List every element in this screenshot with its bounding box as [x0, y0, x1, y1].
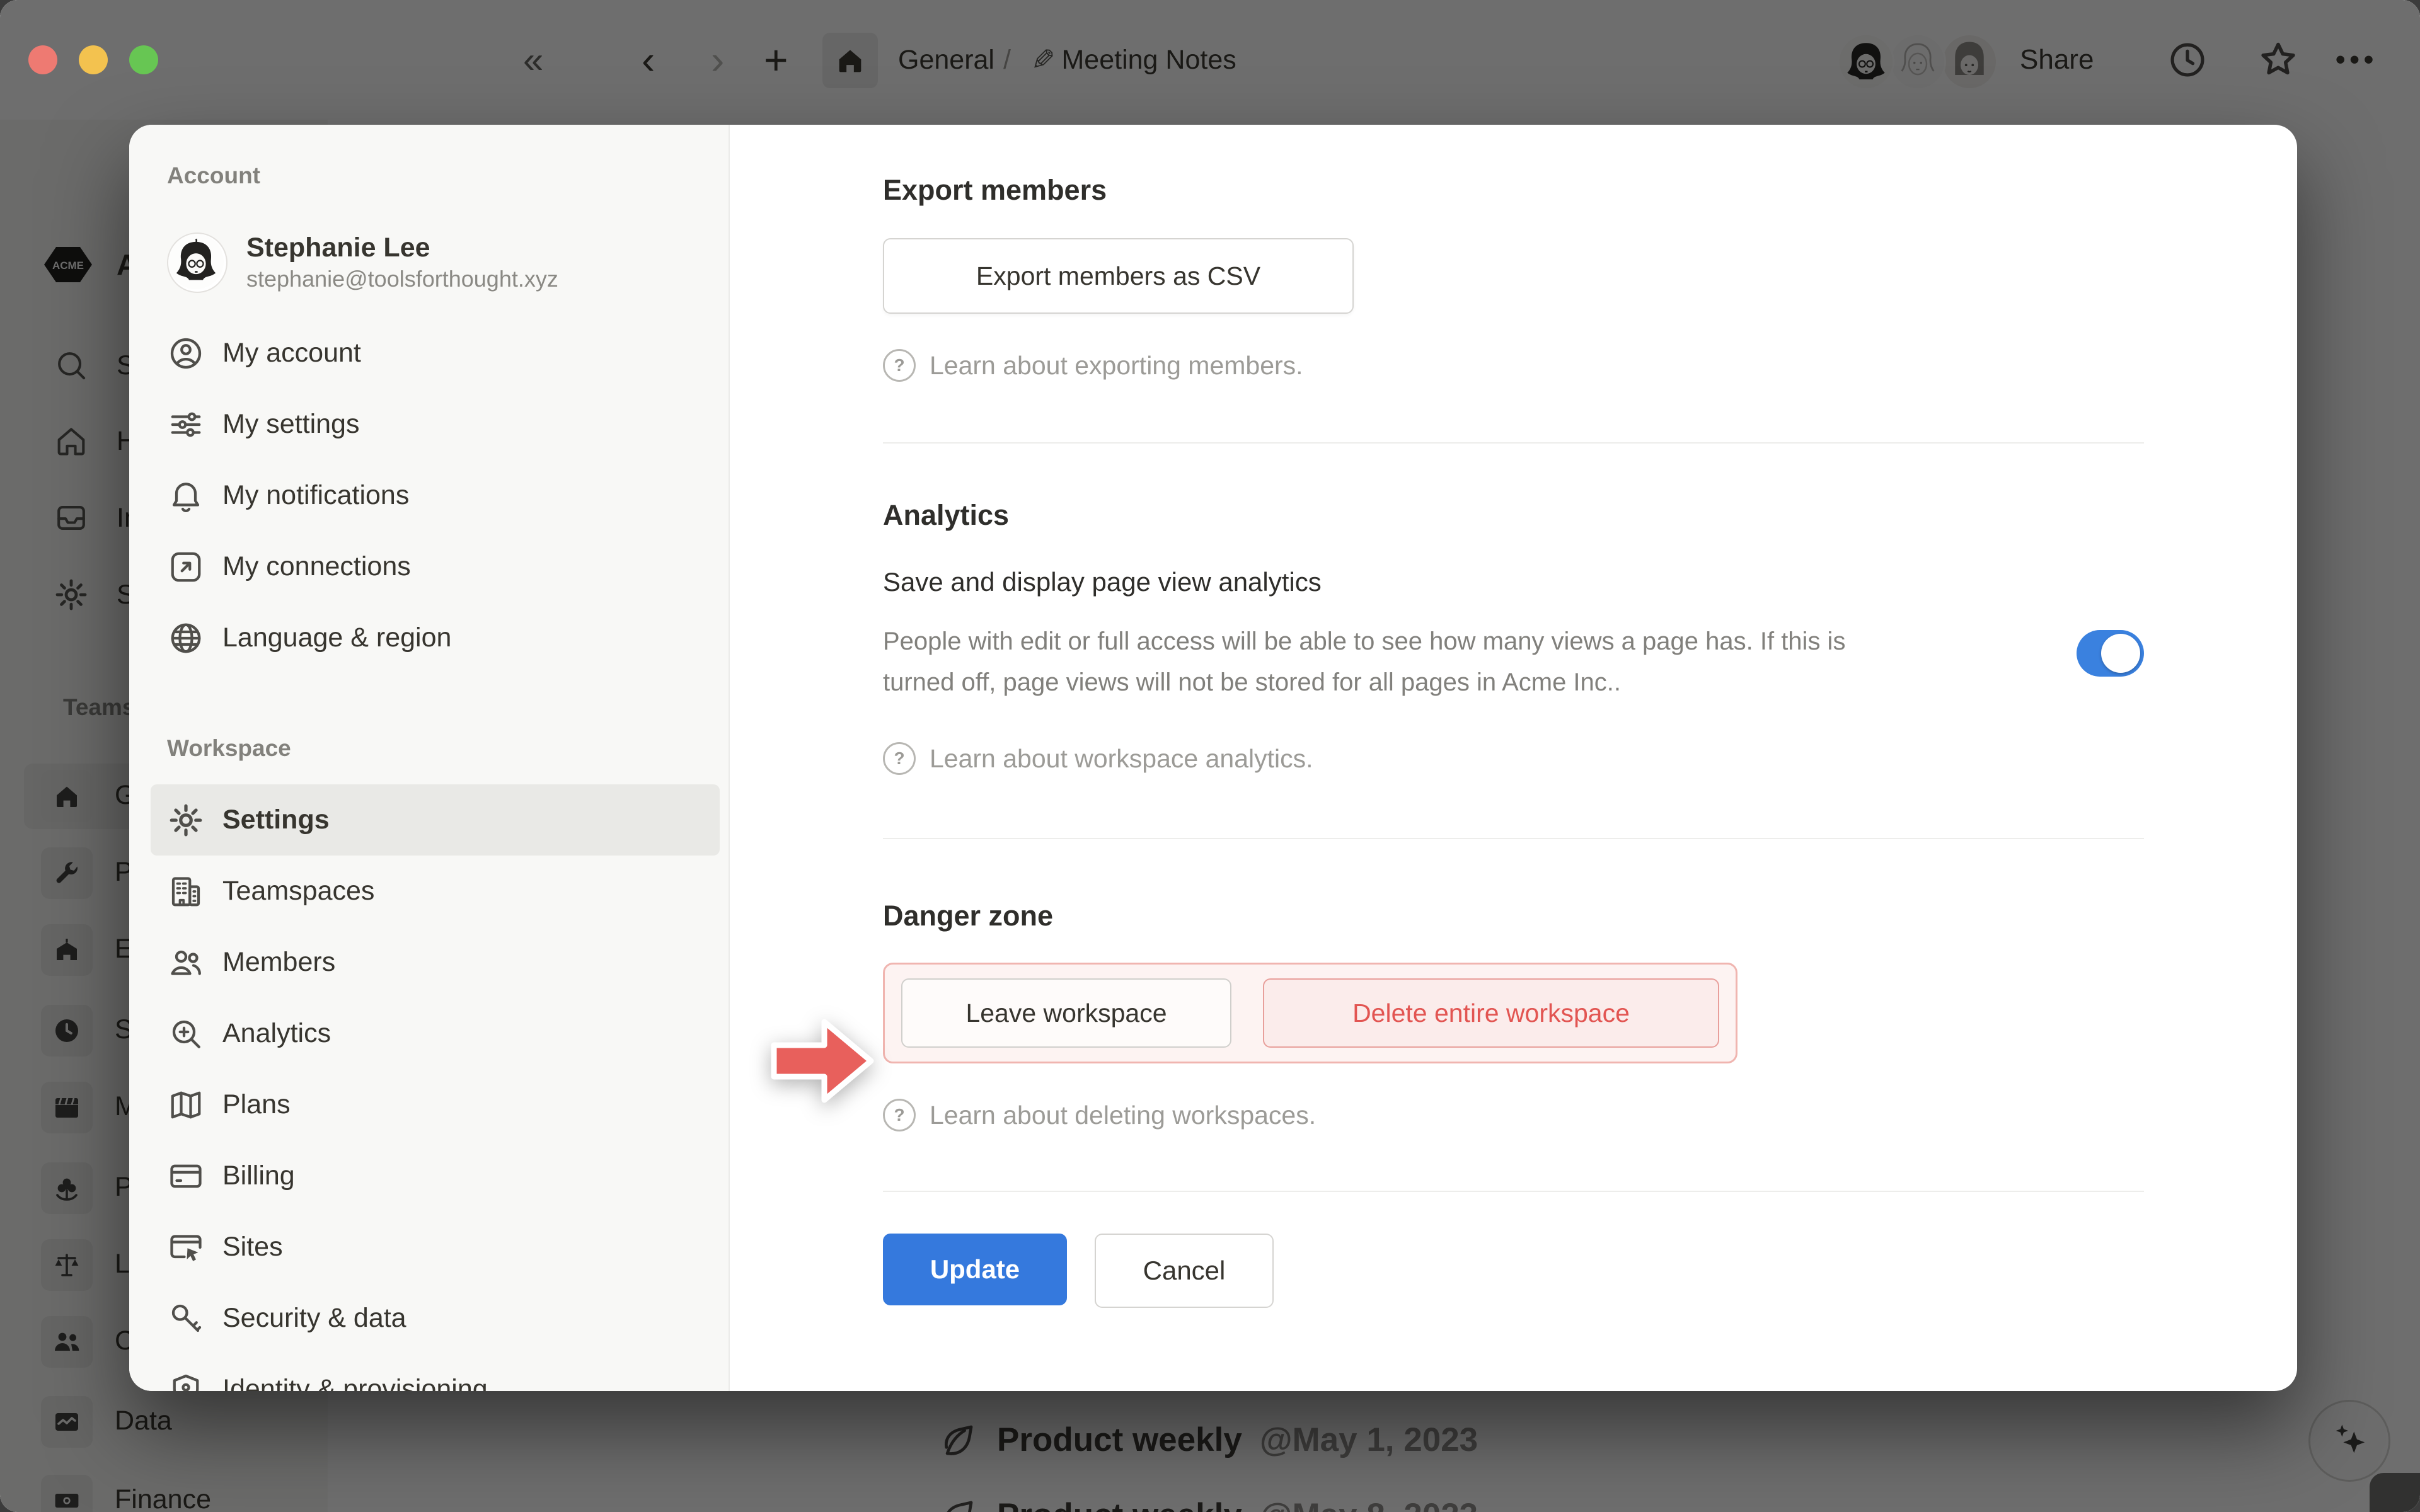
- settings-content: Export members Export members as CSV ? L…: [730, 125, 2297, 1391]
- user-name: Stephanie Lee: [246, 231, 558, 265]
- window-zoom-button[interactable]: [129, 45, 158, 74]
- browser-cursor-icon: [167, 1228, 205, 1266]
- section-divider: [883, 442, 2144, 444]
- sidebar-item-sites[interactable]: Sites: [151, 1211, 720, 1283]
- sidebar-item-my-settings[interactable]: My settings: [151, 389, 720, 460]
- settings-modal: Account Stephanie Lee stephanie@toolsfor…: [129, 125, 2297, 1391]
- sidebar-item-security-data[interactable]: Security & data: [151, 1283, 720, 1354]
- danger-zone-box: Leave workspace Delete entire workspace: [883, 963, 1737, 1063]
- help-circle-icon: ?: [883, 742, 916, 775]
- key-icon: [167, 1300, 205, 1337]
- sidebar-item-settings[interactable]: Settings: [151, 784, 720, 856]
- toggle-knob: [2101, 634, 2140, 673]
- members-icon: [167, 944, 205, 982]
- annotation-arrow: [770, 1013, 877, 1109]
- analytics-toggle[interactable]: [2077, 630, 2144, 677]
- gear-icon: [167, 801, 205, 839]
- analytics-setting-label: Save and display page view analytics: [883, 567, 1916, 597]
- account-section-label: Account: [167, 163, 729, 189]
- map-icon: [167, 1086, 205, 1124]
- settings-sidebar: Account Stephanie Lee stephanie@toolsfor…: [129, 125, 730, 1391]
- help-circle-icon: ?: [883, 349, 916, 382]
- app-window: « ‹ › + General / ✎ Meeting Notes Share …: [0, 0, 2420, 1512]
- danger-zone-heading: Danger zone: [883, 900, 2144, 932]
- section-divider: [883, 838, 2144, 839]
- sidebar-item-my-notifications[interactable]: My notifications: [151, 460, 720, 531]
- sliders-icon: [167, 406, 205, 444]
- section-divider: [883, 1191, 2144, 1192]
- learn-exporting-link[interactable]: ? Learn about exporting members.: [883, 349, 2144, 382]
- sidebar-item-plans[interactable]: Plans: [151, 1069, 720, 1140]
- sidebar-item-teamspaces[interactable]: Teamspaces: [151, 856, 720, 927]
- learn-analytics-label: Learn about workspace analytics.: [930, 744, 1313, 774]
- sidebar-item-language-region[interactable]: Language & region: [151, 602, 720, 673]
- update-button[interactable]: Update: [883, 1234, 1067, 1305]
- analytics-heading: Analytics: [883, 499, 2144, 532]
- arrow-up-right-box-icon: [167, 548, 205, 586]
- sidebar-item-my-account[interactable]: My account: [151, 318, 720, 389]
- leave-workspace-button[interactable]: Leave workspace: [901, 978, 1231, 1048]
- sidebar-item-members[interactable]: Members: [151, 927, 720, 998]
- sidebar-item-my-connections[interactable]: My connections: [151, 531, 720, 602]
- person-circle-icon: [167, 335, 205, 372]
- user-email: stephanie@toolsforthought.xyz: [246, 265, 558, 294]
- bell-icon: [167, 477, 205, 515]
- window-close-button[interactable]: [28, 45, 57, 74]
- window-minimize-button[interactable]: [79, 45, 108, 74]
- cancel-button[interactable]: Cancel: [1095, 1234, 1274, 1308]
- export-members-csv-button[interactable]: Export members as CSV: [883, 238, 1354, 314]
- learn-deleting-link[interactable]: ? Learn about deleting workspaces.: [883, 1099, 2144, 1131]
- export-members-heading: Export members: [883, 174, 2144, 207]
- shield-icon: [167, 1371, 205, 1392]
- learn-analytics-link[interactable]: ? Learn about workspace analytics.: [883, 742, 2144, 775]
- account-user-row[interactable]: Stephanie Lee stephanie@toolsforthought.…: [151, 224, 720, 301]
- analytics-setting-description: People with edit or full access will be …: [883, 621, 1916, 703]
- sidebar-item-identity-provisioning[interactable]: Identity & provisioning: [151, 1354, 720, 1391]
- learn-exporting-label: Learn about exporting members.: [930, 351, 1303, 381]
- user-avatar: [167, 232, 228, 293]
- magnifier-plus-icon: [167, 1015, 205, 1053]
- buildings-icon: [167, 873, 205, 910]
- sidebar-item-billing[interactable]: Billing: [151, 1140, 720, 1211]
- workspace-section-label: Workspace: [167, 735, 729, 762]
- credit-card-icon: [167, 1157, 205, 1195]
- globe-icon: [167, 619, 205, 657]
- help-circle-icon: ?: [883, 1099, 916, 1131]
- delete-workspace-button[interactable]: Delete entire workspace: [1263, 978, 1719, 1048]
- learn-deleting-label: Learn about deleting workspaces.: [930, 1101, 1316, 1130]
- sidebar-item-analytics[interactable]: Analytics: [151, 998, 720, 1069]
